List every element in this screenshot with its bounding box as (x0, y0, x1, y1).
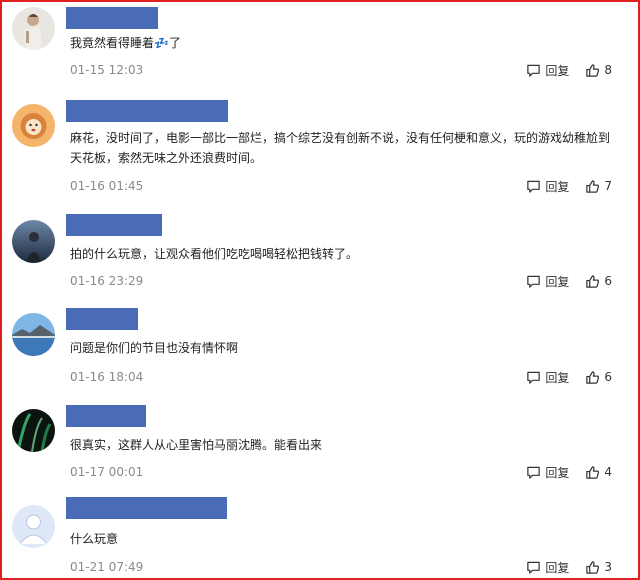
thumbs-up-icon (586, 179, 600, 193)
comment-bubble-icon (527, 180, 541, 193)
reply-button[interactable]: 回复 (526, 273, 569, 290)
reply-button[interactable]: 回复 (526, 178, 569, 195)
reply-label: 回复 (545, 179, 570, 194)
like-count: 3 (604, 560, 612, 574)
like-count: 8 (604, 63, 612, 77)
avatar[interactable] (12, 409, 55, 452)
reply-label: 回复 (545, 274, 570, 289)
comment-actions: 回复 3 (526, 558, 612, 576)
like-count: 7 (604, 179, 612, 193)
comment-bubble-icon (527, 466, 541, 479)
username-redacted[interactable] (66, 308, 138, 330)
comment-bubble-icon (527, 561, 541, 574)
username-redacted[interactable] (66, 7, 158, 29)
like-button[interactable]: 8 (585, 63, 612, 78)
avatar[interactable] (12, 313, 55, 356)
reply-label: 回复 (545, 370, 570, 385)
username-redacted[interactable] (66, 497, 227, 519)
comment-time: 01-21 07:49 (70, 560, 144, 574)
comment-time: 01-16 01:45 (70, 179, 144, 193)
comment-actions: 回复 6 (526, 368, 612, 386)
comment-actions: 回复 7 (526, 177, 612, 195)
comment-text: 什么玩意 (70, 532, 119, 546)
avatar[interactable] (12, 104, 55, 147)
comment-actions: 回复 4 (526, 463, 612, 481)
reply-label: 回复 (545, 63, 570, 78)
reply-button[interactable]: 回复 (526, 559, 569, 576)
thumbs-up-icon (586, 560, 600, 574)
thumbs-up-icon (586, 274, 600, 288)
comment-actions: 回复 6 (526, 272, 612, 290)
comment-time: 01-15 12:03 (70, 63, 144, 77)
reply-button[interactable]: 回复 (526, 369, 569, 386)
comment-list: 我竟然看得睡着💤了 01-15 12:03 回复 8 麻花，没时间了，电影一部比… (0, 0, 640, 580)
comment-time: 01-16 18:04 (70, 370, 144, 384)
comment-bubble-icon (527, 64, 541, 77)
reply-label: 回复 (545, 560, 570, 575)
username-redacted[interactable] (66, 405, 146, 427)
thumbs-up-icon (586, 465, 600, 479)
comment-text: 麻花，没时间了，电影一部比一部烂，搞个综艺没有创新不说，没有任何梗和意义，玩的游… (70, 131, 611, 165)
like-button[interactable]: 7 (585, 179, 612, 194)
comment-actions: 回复 8 (526, 61, 612, 79)
comment-text: 很真实，这群人从心里害怕马丽沈腾。能看出来 (70, 438, 323, 452)
reply-button[interactable]: 回复 (526, 464, 569, 481)
comment-bubble-icon (527, 275, 541, 288)
like-button[interactable]: 6 (585, 274, 612, 289)
like-button[interactable]: 4 (585, 465, 612, 480)
username-redacted[interactable] (66, 214, 162, 236)
like-count: 4 (604, 465, 612, 479)
comment-text: 我竟然看得睡着💤了 (70, 36, 181, 50)
like-button[interactable]: 3 (585, 560, 612, 575)
avatar[interactable] (12, 220, 55, 263)
avatar[interactable] (12, 7, 55, 50)
comment-time: 01-17 00:01 (70, 465, 144, 479)
reply-button[interactable]: 回复 (526, 62, 569, 79)
like-count: 6 (604, 370, 612, 384)
reply-label: 回复 (545, 465, 570, 480)
comment-bubble-icon (527, 371, 541, 384)
like-count: 6 (604, 274, 612, 288)
like-button[interactable]: 6 (585, 370, 612, 385)
avatar[interactable] (12, 505, 55, 548)
thumbs-up-icon (586, 370, 600, 384)
thumbs-up-icon (586, 63, 600, 77)
comment-text: 问题是你们的节目也没有情怀啊 (70, 341, 239, 355)
comment-time: 01-16 23:29 (70, 274, 144, 288)
username-redacted[interactable] (66, 100, 228, 122)
comment-text: 拍的什么玩意，让观众看他们吃吃喝喝轻松把钱转了。 (70, 247, 359, 261)
